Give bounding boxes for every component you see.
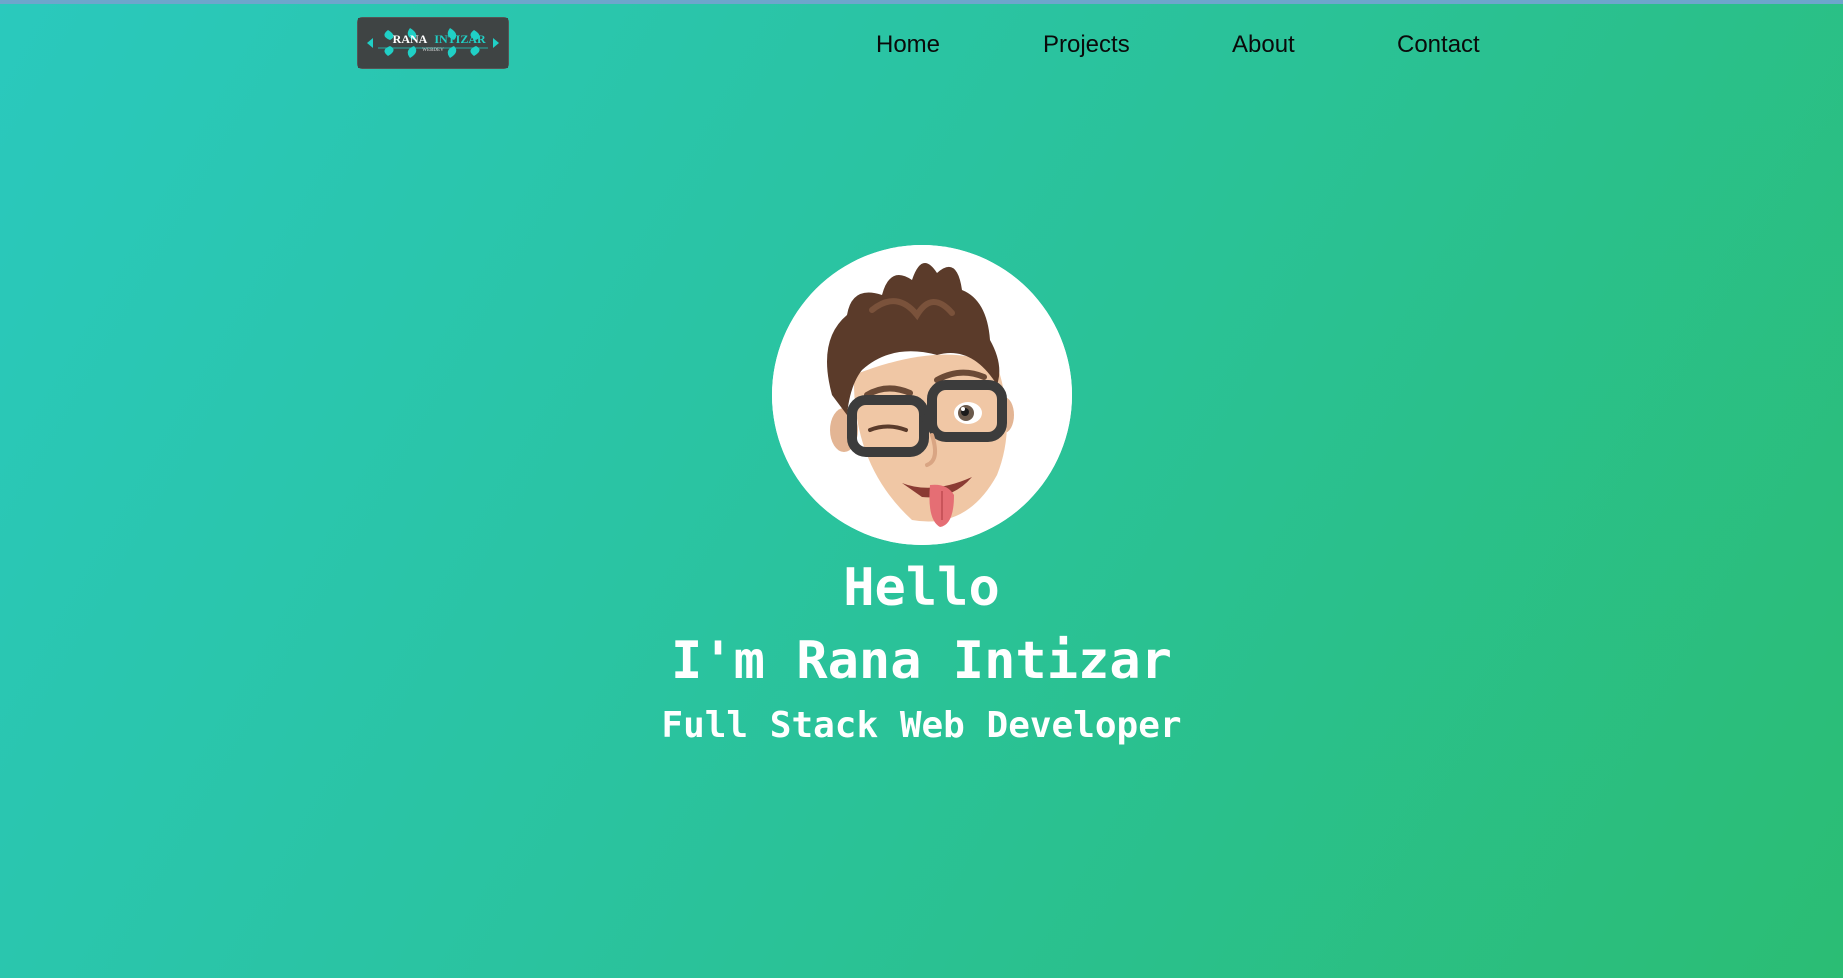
logo-brand-primary: RANA	[393, 32, 428, 46]
memoji-avatar-icon	[772, 245, 1072, 545]
hero-role: Full Stack Web Developer	[661, 705, 1182, 746]
logo-brand-secondary: INTIZAR	[434, 32, 486, 46]
nav-link-home[interactable]: Home	[876, 30, 940, 60]
navbar: RANA INTIZAR WEBDEV Home Projects About …	[0, 0, 1843, 90]
profile-avatar	[772, 245, 1072, 545]
nav-link-contact[interactable]: Contact	[1397, 30, 1480, 60]
site-logo[interactable]: RANA INTIZAR WEBDEV	[358, 18, 508, 68]
logo-icon: RANA INTIZAR WEBDEV	[358, 18, 508, 68]
hero-greeting: Hello	[843, 558, 1000, 618]
logo-tagline: WEBDEV	[422, 48, 444, 53]
nav-link-about[interactable]: About	[1232, 30, 1295, 60]
hero-name: I'm Rana Intizar	[671, 631, 1172, 691]
nav-link-projects[interactable]: Projects	[1043, 30, 1130, 60]
